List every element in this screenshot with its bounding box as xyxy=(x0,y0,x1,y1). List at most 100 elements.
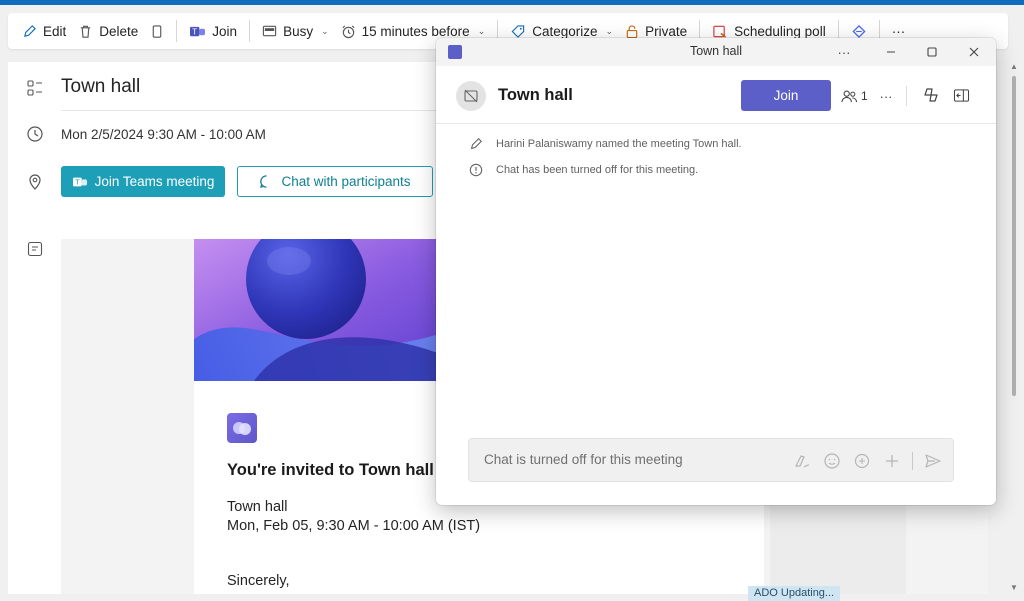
private-label: Private xyxy=(645,23,688,39)
trash-icon xyxy=(81,25,91,38)
chevron-down-icon: ⌄ xyxy=(477,25,486,36)
send-icon xyxy=(925,454,941,468)
location-icon xyxy=(29,174,41,190)
busy-label: Busy xyxy=(283,23,314,39)
format-pen-icon xyxy=(795,455,810,468)
alarm-clock-icon xyxy=(342,24,355,38)
minimize-button[interactable] xyxy=(879,42,903,62)
emoji-icon xyxy=(824,453,840,469)
vertical-scrollbar[interactable]: ▲ ▼ xyxy=(1010,62,1018,594)
compose-toolbar xyxy=(792,449,943,473)
scroll-up-arrow-icon[interactable]: ▲ xyxy=(1010,62,1018,71)
minimize-icon xyxy=(887,51,895,53)
close-icon xyxy=(969,47,979,57)
delete-label: Delete xyxy=(99,23,139,39)
invite-heading: You're invited to Town hall xyxy=(227,461,434,479)
popup-window-title: Town hall xyxy=(689,44,743,58)
format-button[interactable] xyxy=(792,451,812,471)
loop-component-button[interactable] xyxy=(852,451,872,471)
send-button[interactable] xyxy=(923,451,943,471)
title-divider xyxy=(61,110,461,111)
edit-button[interactable]: Edit xyxy=(16,17,72,45)
join-label: Join xyxy=(212,23,238,39)
tag-icon xyxy=(511,24,525,38)
hero-image xyxy=(194,239,454,381)
info-icon xyxy=(468,162,484,178)
popup-titlebar[interactable]: Town hall ··· xyxy=(436,38,996,66)
plus-icon xyxy=(886,455,898,467)
top-accent-bar xyxy=(0,0,1024,5)
chat-with-participants-button[interactable]: Chat with participants xyxy=(237,166,433,197)
scheduling-poll-icon xyxy=(713,25,727,38)
compose-placeholder: Chat is turned off for this meeting xyxy=(484,452,683,467)
compose-separator xyxy=(912,452,913,470)
compose-box[interactable]: Chat is turned off for this meeting xyxy=(468,438,954,482)
teams-icon: T xyxy=(72,177,87,186)
system-message: Harini Palaniswamy named the meeting Tow… xyxy=(468,136,742,152)
reminder-label: 15 minutes before xyxy=(361,23,470,39)
teams-chat-popup-window: Town hall ··· Town hall Join 1 ··· Harin… xyxy=(436,38,996,505)
chat-more-options-button[interactable]: ··· xyxy=(876,85,896,107)
show-as-dropdown[interactable]: Busy ⌄ xyxy=(256,17,335,45)
event-title-icon xyxy=(27,80,42,96)
titlebar-more-button[interactable]: ··· xyxy=(832,42,856,62)
participants-button[interactable]: 1 xyxy=(841,85,868,107)
emoji-button[interactable] xyxy=(822,451,842,471)
side-panel-icon xyxy=(953,88,969,102)
notes-icon xyxy=(27,241,43,257)
event-datetime: Mon 2/5/2024 9:30 AM - 10:00 AM xyxy=(61,127,266,142)
scroll-thumb[interactable] xyxy=(1012,76,1016,396)
busy-status-icon xyxy=(262,25,277,37)
join-button[interactable]: T Join xyxy=(183,17,243,45)
invite-closing: Sincerely, xyxy=(227,573,290,589)
abstract-hero-graphic xyxy=(194,239,454,381)
chat-avatar xyxy=(456,81,486,111)
more-icon: ··· xyxy=(879,88,893,104)
copilot-button[interactable] xyxy=(920,83,942,107)
background-panel xyxy=(770,502,906,594)
people-icon xyxy=(841,90,858,102)
chevron-down-icon: ⌄ xyxy=(321,25,329,36)
invite-meeting-time: Mon, Feb 05, 9:30 AM - 10:00 AM (IST) xyxy=(227,518,481,534)
pencil-icon xyxy=(468,136,484,152)
categorize-label: Categorize xyxy=(532,23,598,39)
header-separator xyxy=(906,86,907,106)
edit-label: Edit xyxy=(43,23,67,39)
more-icon: ··· xyxy=(837,44,851,60)
message-chat-off: Chat has been turned off for this meetin… xyxy=(496,164,699,176)
copilot-icon xyxy=(924,88,938,102)
teams-logo-icon xyxy=(227,413,257,443)
close-button[interactable] xyxy=(962,42,986,62)
toolbar-separator xyxy=(176,20,178,42)
loop-icon xyxy=(854,453,870,469)
toolbar-separator xyxy=(249,20,251,42)
clock-icon xyxy=(27,126,43,142)
chevron-down-icon: ⌄ xyxy=(605,25,614,36)
maximize-icon xyxy=(927,47,937,57)
svg-text:T: T xyxy=(74,178,80,186)
more-options-icon: ··· xyxy=(891,23,906,39)
maximize-button[interactable] xyxy=(920,42,944,62)
chat-header: Town hall Join 1 ··· xyxy=(436,66,996,124)
system-message: Chat has been turned off for this meetin… xyxy=(468,162,698,178)
invite-meeting-name: Town hall xyxy=(227,499,288,515)
message-renamed: Harini Palaniswamy named the meeting Tow… xyxy=(496,138,742,150)
copy-button[interactable] xyxy=(144,17,170,45)
scroll-down-arrow-icon[interactable]: ▼ xyxy=(1010,583,1018,592)
participant-count: 1 xyxy=(861,89,868,103)
scheduling-poll-label: Scheduling poll xyxy=(734,23,826,39)
loop-icon xyxy=(852,24,866,38)
background-partial-label: ADO Updating... xyxy=(748,586,841,601)
copy-icon xyxy=(152,24,162,38)
add-attachment-button[interactable] xyxy=(882,451,902,471)
meeting-off-icon xyxy=(464,89,478,103)
open-side-panel-button[interactable] xyxy=(950,83,972,107)
teams-icon: T xyxy=(190,26,206,36)
join-teams-meeting-button[interactable]: T Join Teams meeting xyxy=(61,166,225,197)
popup-join-button[interactable]: Join xyxy=(741,80,831,111)
delete-button[interactable]: Delete xyxy=(72,17,144,45)
event-title: Town hall xyxy=(61,76,141,97)
join-teams-label: Join Teams meeting xyxy=(94,174,215,189)
chat-title: Town hall xyxy=(498,86,573,104)
chat-bubble-icon xyxy=(260,175,268,188)
